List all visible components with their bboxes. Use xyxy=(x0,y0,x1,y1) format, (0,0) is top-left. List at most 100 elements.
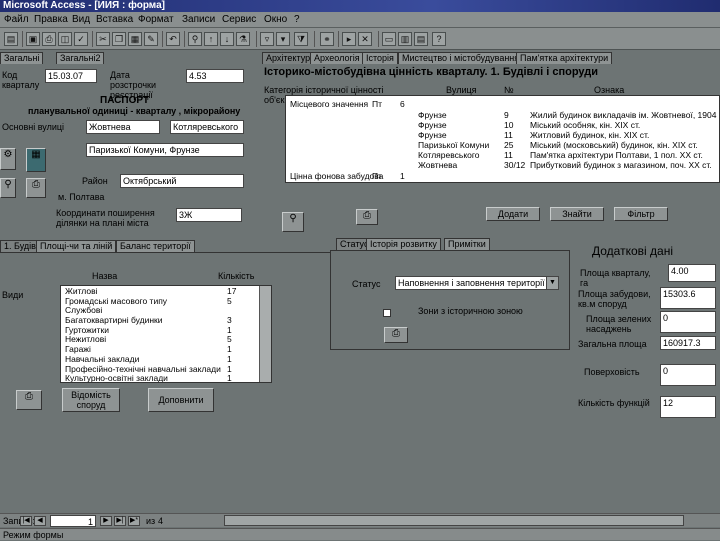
street2-field[interactable]: Котляревського xyxy=(170,120,244,134)
tab-monument[interactable]: Пам'ятка архітектури xyxy=(516,52,613,64)
design-view-icon[interactable]: ▤ xyxy=(4,32,18,46)
chevron-down-icon[interactable]: ▼ xyxy=(546,277,558,289)
list-col-count: Кількість xyxy=(218,271,255,281)
help-icon[interactable]: ? xyxy=(432,32,446,46)
more-button[interactable]: Доповнити xyxy=(148,388,214,412)
tab-territory-balance[interactable]: Баланс території xyxy=(116,240,195,252)
accounting-button[interactable]: Відомість споруд xyxy=(62,388,120,412)
map-search-icon[interactable]: ⚲ xyxy=(282,212,304,232)
menu-help[interactable]: ? xyxy=(294,14,300,25)
menu-insert[interactable]: Вставка xyxy=(96,14,133,25)
total-area-label: Загальна площа xyxy=(578,339,647,349)
print-icon[interactable]: ⎙ xyxy=(42,32,56,46)
prev-record-icon[interactable]: ◀ xyxy=(34,516,46,526)
spelling-icon[interactable]: ✓ xyxy=(74,32,88,46)
cut-icon[interactable]: ✂ xyxy=(96,32,110,46)
quarter-code-field[interactable]: 15.03.07 xyxy=(45,69,97,83)
database-window-icon[interactable]: ▥ xyxy=(398,32,412,46)
list-item[interactable]: Житлові 17 xyxy=(61,286,271,296)
first-record-icon[interactable]: |◀ xyxy=(20,516,32,526)
menu-file[interactable]: Файл xyxy=(4,14,29,25)
list-item[interactable]: Культурно-освітні заклади 1 xyxy=(61,373,271,382)
add-button[interactable]: Додати xyxy=(486,207,540,221)
copy-icon[interactable]: ❐ xyxy=(112,32,126,46)
new-record-icon[interactable]: ▶* xyxy=(128,516,140,526)
delete-record-icon[interactable]: ✕ xyxy=(358,32,372,46)
tab-general[interactable]: Загальні xyxy=(0,52,44,64)
sort-asc-icon[interactable]: ↑ xyxy=(204,32,218,46)
print-icon[interactable]: ⎙ xyxy=(384,327,408,343)
paste-icon[interactable]: ▦ xyxy=(128,32,142,46)
passport-title: ПАСПОРТ xyxy=(100,95,149,106)
list-col-name: Назва xyxy=(92,271,118,281)
horizontal-scrollbar[interactable] xyxy=(224,515,684,526)
tab-development-history[interactable]: Історія розвитку xyxy=(366,238,441,250)
list-item[interactable]: Службові xyxy=(61,305,271,315)
list-item[interactable]: Громадські масового типу 5 xyxy=(61,296,271,306)
tab-general2[interactable]: Загальні2 xyxy=(56,52,105,64)
menu-tools[interactable]: Сервис xyxy=(222,14,256,25)
green-area-field[interactable]: 0 xyxy=(660,311,716,333)
list-item[interactable]: Багатоквартирні будинки 3 xyxy=(61,315,271,325)
print-icon[interactable]: ⎙ xyxy=(356,209,378,225)
menu-view[interactable]: Вид xyxy=(72,14,90,25)
buildings-list: Житлові 17 Громадські масового типу 5 Служ… xyxy=(60,285,272,383)
filter-selection-icon[interactable]: ⚗ xyxy=(236,32,250,46)
total-area-field[interactable]: 160917.3 xyxy=(660,336,716,350)
format-painter-icon[interactable]: ✎ xyxy=(144,32,158,46)
historic-zone-checkbox[interactable] xyxy=(383,309,391,317)
menu-records[interactable]: Записи xyxy=(182,14,215,25)
built-area-field[interactable]: 15303.6 xyxy=(660,287,716,309)
search-icon[interactable]: ⚲ xyxy=(0,178,16,198)
find-icon[interactable]: ⚭ xyxy=(320,32,334,46)
list-item[interactable]: Навчальні заклади 1 xyxy=(61,354,271,364)
district-field[interactable]: Октябрський xyxy=(120,174,244,188)
calculator-icon[interactable]: ▦ xyxy=(26,148,46,172)
menu-format[interactable]: Формат xyxy=(138,14,174,25)
tab-squares[interactable]: Площі-чи та ліній xyxy=(36,240,117,252)
historic-zone-label: Зони з історичною зоною xyxy=(418,306,523,316)
filter-form-icon[interactable]: ▿ xyxy=(260,32,274,46)
tab-notes[interactable]: Примітки xyxy=(444,238,490,250)
new-object-icon[interactable]: ▤ xyxy=(414,32,428,46)
coordinates-field[interactable]: 3Ж xyxy=(176,208,242,222)
functions-field[interactable]: 12 xyxy=(660,396,716,418)
preview-icon[interactable]: ◫ xyxy=(58,32,72,46)
status-select[interactable]: Наповнення і заповнення території ▼ xyxy=(395,276,559,290)
green-area-label: Площа зелених насаджень xyxy=(586,314,652,334)
tab-history[interactable]: Історія xyxy=(362,52,398,64)
registration-date-field[interactable]: 4.53 xyxy=(186,69,244,83)
properties-icon[interactable]: ▭ xyxy=(382,32,396,46)
print-icon[interactable]: ⎙ xyxy=(26,178,46,198)
list-item[interactable]: Гуртожитки 1 xyxy=(61,325,271,335)
table-row[interactable]: Цінна фонова забудова Пт 1 xyxy=(286,170,719,182)
tab-archaeology[interactable]: Археологія xyxy=(310,52,364,64)
save-icon[interactable]: ▣ xyxy=(26,32,40,46)
tab-art[interactable]: Мистецтво і містобудування xyxy=(398,52,524,64)
sort-desc-icon[interactable]: ↓ xyxy=(220,32,234,46)
filter-toggle-icon[interactable]: ⧩ xyxy=(294,32,308,46)
find-button[interactable]: Знайти xyxy=(550,207,604,221)
last-record-icon[interactable]: ▶| xyxy=(114,516,126,526)
record-navigator: Запись: |◀ ◀ 1 ▶ ▶| ▶* из 4 xyxy=(0,513,720,527)
list-item[interactable]: Гаражі 1 xyxy=(61,344,271,354)
menu-window[interactable]: Окно xyxy=(264,14,287,25)
list-item[interactable]: Професійно-технічні навчальні заклади 1 xyxy=(61,364,271,374)
list-scrollbar[interactable] xyxy=(259,286,271,382)
print-icon[interactable]: ⎙ xyxy=(16,390,42,410)
undo-icon[interactable]: ↶ xyxy=(166,32,180,46)
menu-edit[interactable]: Правка xyxy=(34,14,68,25)
filter-button[interactable]: Фільтр xyxy=(614,207,668,221)
quarter-area-field[interactable]: 4.00 xyxy=(668,264,716,282)
street3-field[interactable]: Паризької Комуни, Фрунзе xyxy=(86,143,244,157)
street1-field[interactable]: Жовтнева xyxy=(86,120,160,134)
next-record-icon[interactable]: ▶ xyxy=(100,516,112,526)
tool-icon[interactable]: ⚙ xyxy=(0,148,16,170)
floors-field[interactable]: 0 xyxy=(660,364,716,386)
list-item[interactable]: Нежитлові 5 xyxy=(61,334,271,344)
grid-col-feature: Ознака xyxy=(594,85,625,95)
hyperlink-icon[interactable]: ⚲ xyxy=(188,32,202,46)
record-number-field[interactable]: 1 xyxy=(50,515,96,527)
apply-filter-icon[interactable]: ▾ xyxy=(276,32,290,46)
new-record-icon[interactable]: ▸ xyxy=(342,32,356,46)
